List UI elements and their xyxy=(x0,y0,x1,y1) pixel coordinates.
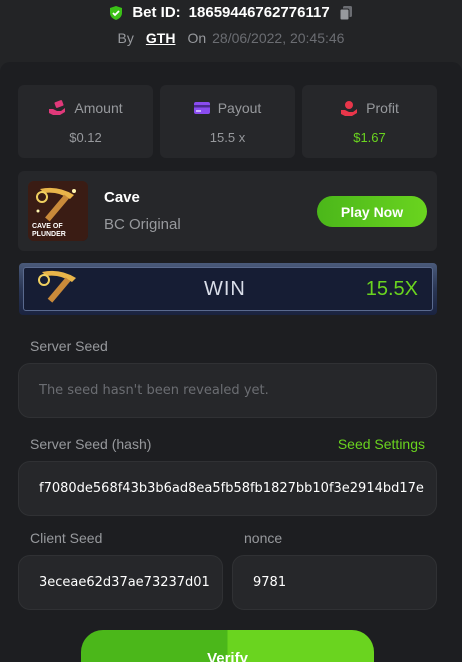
profit-label: Profit xyxy=(366,100,399,116)
by-label: By xyxy=(117,30,134,46)
payout-label: Payout xyxy=(217,100,262,116)
nonce-field[interactable]: 9781 xyxy=(232,555,437,610)
payout-stat: Payout 15.5 x xyxy=(160,85,295,158)
amount-label: Amount xyxy=(74,100,123,116)
amount-stat: Amount $0.12 xyxy=(18,85,153,158)
profit-value: $1.67 xyxy=(353,130,386,145)
verify-button[interactable]: Verify xyxy=(81,630,374,662)
amount-value: $0.12 xyxy=(69,130,102,145)
game-name: Cave xyxy=(104,189,140,206)
result-multiplier: 15.5X xyxy=(365,278,418,300)
nonce-label: nonce xyxy=(244,530,283,546)
card-icon xyxy=(193,102,210,114)
bet-datetime: 28/06/2022, 20:45:46 xyxy=(212,30,345,46)
profit-hand-icon xyxy=(341,101,358,116)
bet-author-row: By GTH On 28/06/2022, 20:45:46 xyxy=(0,30,462,46)
client-seed-field[interactable]: 3eceae62d37ae73237d01 xyxy=(18,555,223,610)
server-seed-field: The seed hasn't been revealed yet. xyxy=(18,363,437,418)
bet-id-value: 18659446762776117 xyxy=(188,4,330,21)
seed-settings-link[interactable]: Seed Settings xyxy=(338,436,425,452)
bet-header: Bet ID: 18659446762776117 By GTH On 28/0… xyxy=(0,0,462,60)
user-link[interactable]: GTH xyxy=(146,30,176,46)
payout-value: 15.5 x xyxy=(209,130,246,145)
server-seed-label: Server Seed xyxy=(30,338,108,354)
verified-shield-icon xyxy=(110,5,123,20)
game-thumbnail[interactable]: CAVE OF PLUNDER xyxy=(28,181,88,241)
game-card: CAVE OF PLUNDER Cave BC Original Play No… xyxy=(18,171,437,251)
client-seed-label: Client Seed xyxy=(30,530,103,546)
bet-id-row: Bet ID: 18659446762776117 xyxy=(0,4,462,21)
on-label: On xyxy=(187,30,207,46)
bet-id-label: Bet ID: xyxy=(132,4,181,21)
money-hand-icon xyxy=(49,100,66,115)
thumb-title-2: PLUNDER xyxy=(32,231,66,238)
server-hash-label: Server Seed (hash) xyxy=(30,436,152,452)
server-hash-field[interactable]: f7080de568f43b3b6ad8ea5fb58fb1827bb10f3e… xyxy=(18,461,437,516)
pickaxe-win-icon xyxy=(38,270,76,303)
result-banner: WIN 15.5X xyxy=(19,263,437,315)
result-label: WIN xyxy=(204,278,246,300)
profit-stat: Profit $1.67 xyxy=(302,85,437,158)
copy-icon[interactable] xyxy=(338,5,354,21)
thumb-title-1: CAVE OF xyxy=(32,223,63,230)
game-subtitle: BC Original xyxy=(104,216,181,233)
play-now-button[interactable]: Play Now xyxy=(317,196,427,227)
